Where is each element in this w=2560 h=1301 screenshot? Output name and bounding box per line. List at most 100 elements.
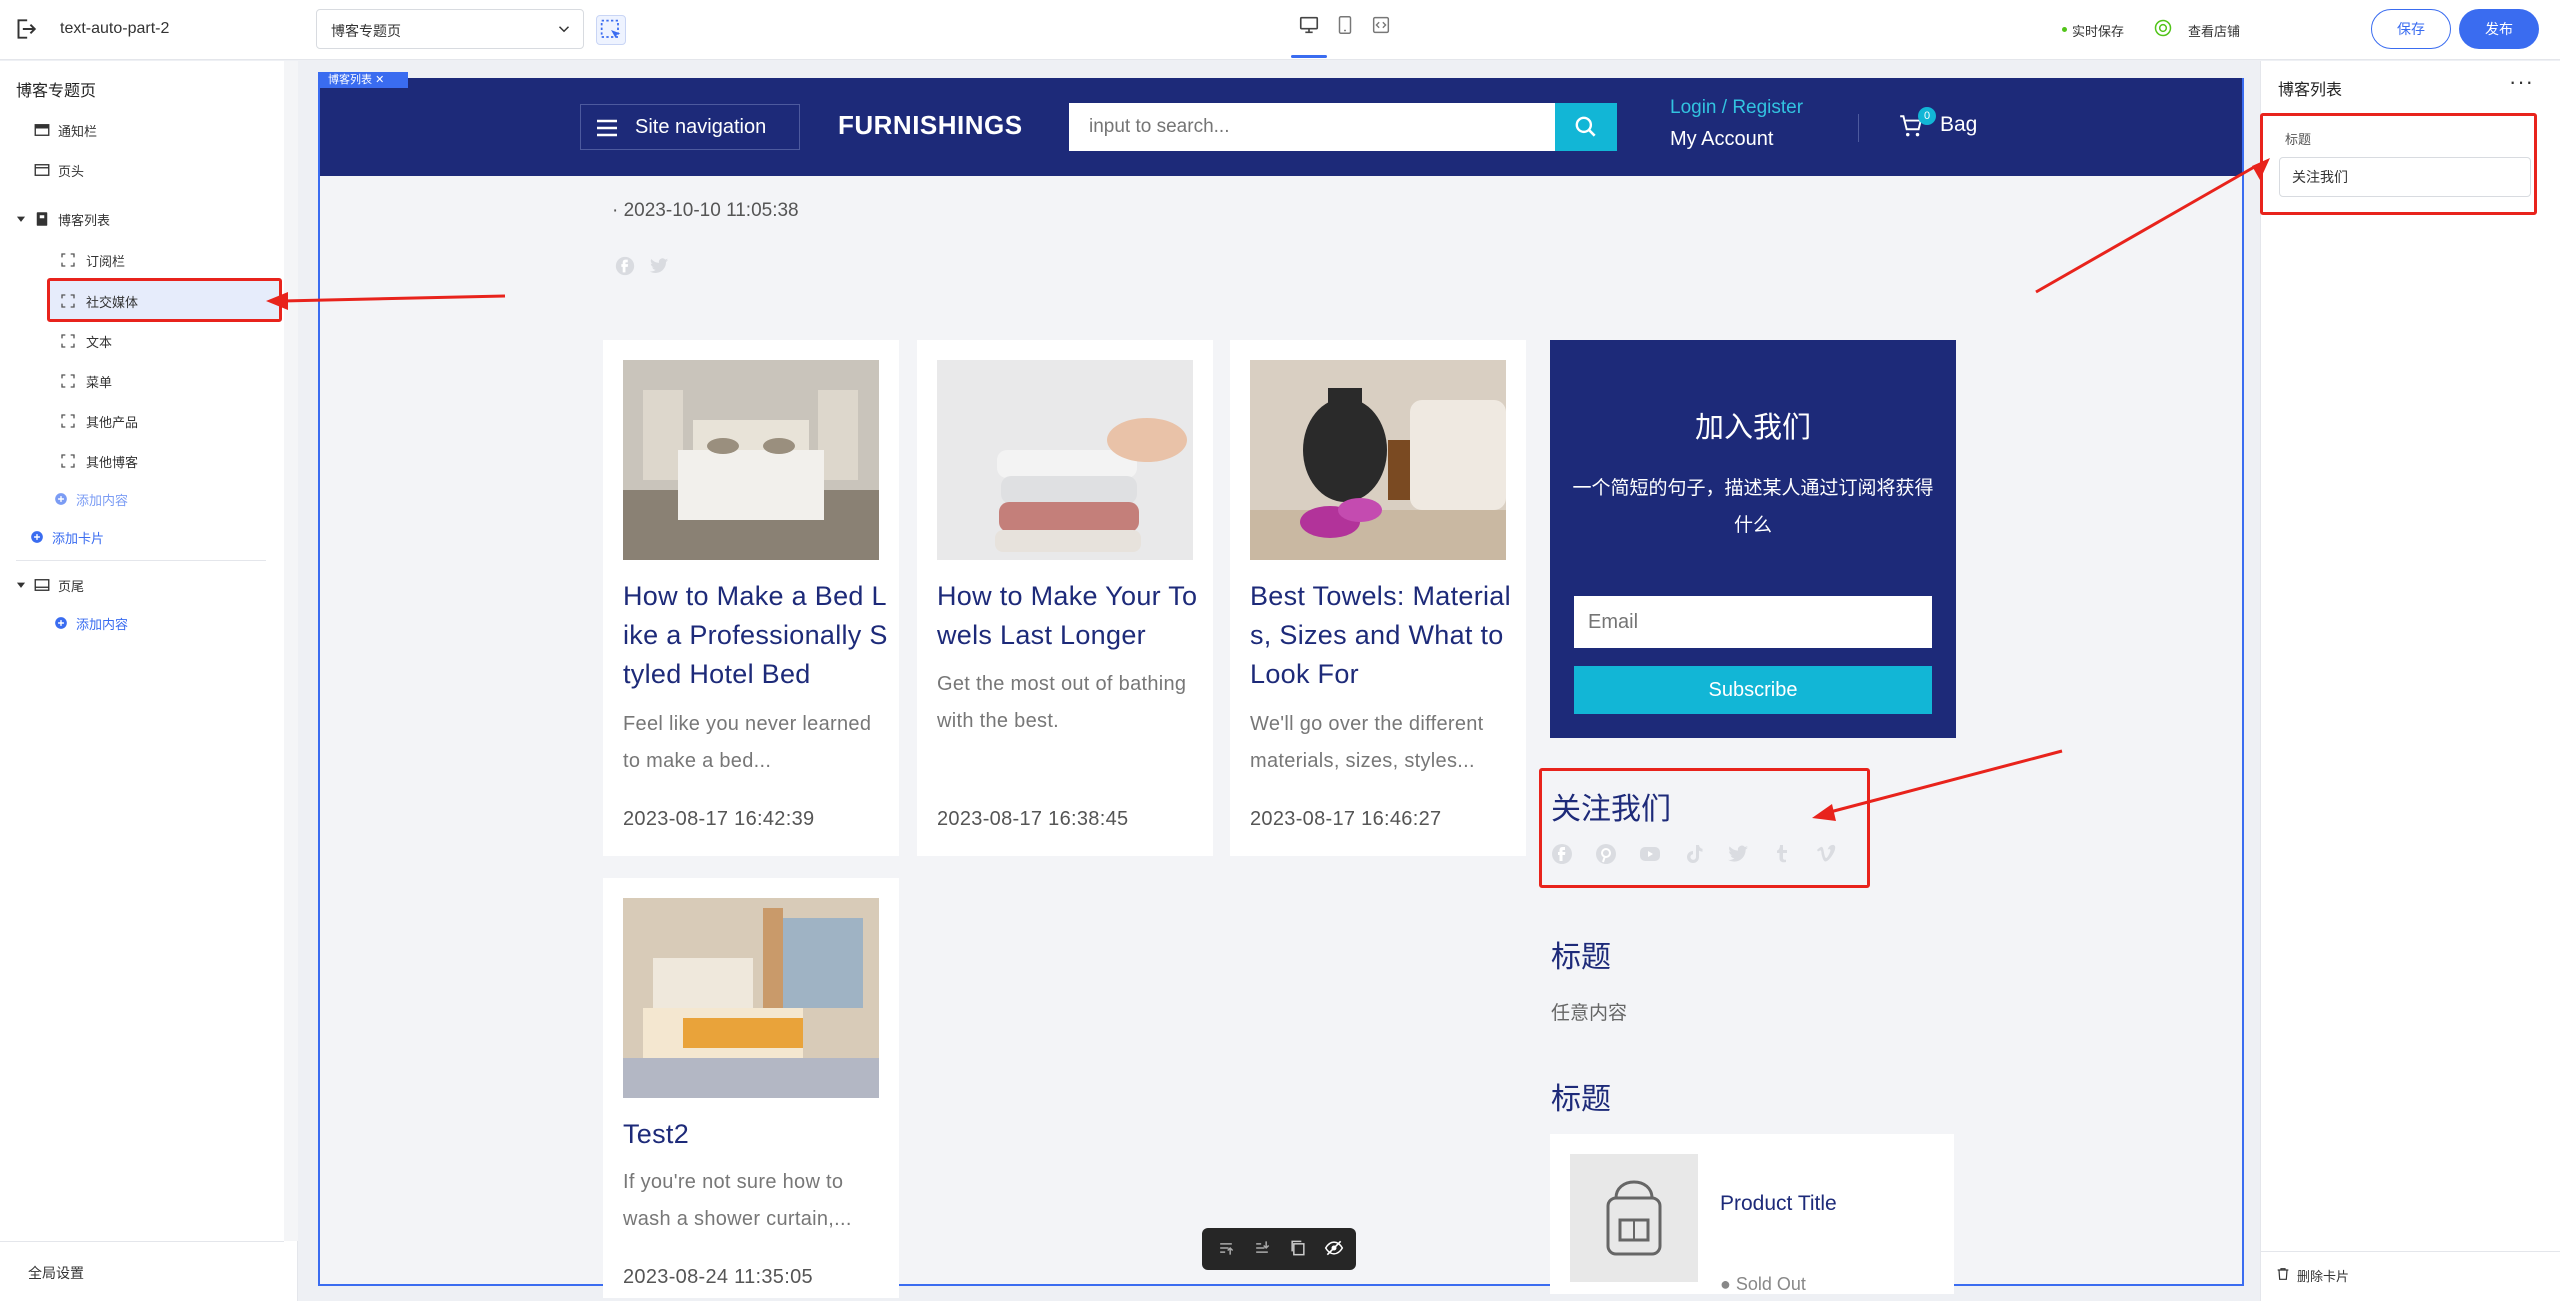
tree-item-blog-list[interactable]: 博客列表 bbox=[0, 199, 284, 239]
add-card-label: 添加卡片 bbox=[52, 530, 105, 546]
chevron-down-icon bbox=[558, 26, 570, 33]
blog-card-title[interactable]: How to Make Your Towels Last Longer bbox=[937, 577, 1207, 655]
view-store-link[interactable]: 查看店铺 bbox=[2188, 21, 2240, 40]
subscribe-button[interactable]: Subscribe bbox=[1574, 666, 1932, 714]
right-panel: 博客列表 ··· 标题 删除卡片 bbox=[2260, 61, 2560, 1301]
blog-card[interactable]: How to Make Your Towels Last Longer Get … bbox=[917, 340, 1213, 856]
add-content-label: 添加内容 bbox=[76, 492, 129, 508]
blog-card-date: 2023-08-17 16:42:39 bbox=[623, 808, 815, 830]
block-icon bbox=[61, 334, 75, 348]
caret-down-icon bbox=[16, 216, 26, 222]
product-image[interactable] bbox=[1570, 1154, 1698, 1282]
section-tag-label: 博客列表 bbox=[328, 74, 372, 86]
product-title[interactable]: Product Title bbox=[1720, 1192, 1837, 1216]
more-options-icon[interactable]: ··· bbox=[2509, 69, 2534, 95]
select-cursor-icon bbox=[600, 19, 621, 39]
tablet-view-icon[interactable] bbox=[1334, 13, 1356, 37]
email-field[interactable] bbox=[1574, 596, 1932, 648]
publish-button[interactable]: 发布 bbox=[2459, 9, 2539, 49]
tree-item-label: 页尾 bbox=[58, 578, 85, 594]
copy-icon[interactable] bbox=[1288, 1238, 1308, 1258]
add-content-button[interactable]: 添加内容 bbox=[0, 479, 284, 519]
subscribe-block: 加入我们 一个简短的句子，描述某人通过订阅将获得什么 Subscribe bbox=[1550, 340, 1956, 738]
autosave-dot bbox=[2062, 27, 2067, 32]
trash-icon[interactable] bbox=[2275, 1266, 2291, 1282]
tree-item-other-blogs[interactable]: 其他博客 bbox=[0, 441, 284, 481]
divider bbox=[1858, 114, 1859, 142]
select-tool-button[interactable] bbox=[596, 15, 626, 45]
site-navigation-label: Site navigation bbox=[635, 116, 767, 138]
store-icon[interactable] bbox=[2153, 18, 2173, 38]
tree-item-footer[interactable]: 页尾 bbox=[0, 565, 284, 605]
blog-card-image[interactable] bbox=[1250, 360, 1506, 560]
add-content-button[interactable]: 添加内容 bbox=[0, 603, 284, 643]
annotation-box bbox=[1539, 768, 1870, 888]
blog-card[interactable]: How to Make a Bed Like a Professionally … bbox=[603, 340, 899, 856]
exit-icon[interactable] bbox=[12, 16, 38, 42]
text-block-title: 标题 bbox=[1551, 940, 1611, 975]
site-navigation-button[interactable]: Site navigation bbox=[580, 104, 800, 150]
tree-item-label: 通知栏 bbox=[58, 123, 98, 139]
app-root: text-auto-part-2 博客专题页 实时保存 查看店铺 保存 发布 博… bbox=[0, 0, 2560, 1301]
left-panel: 博客专题页 通知栏 页头 博客列表 订阅栏 社交媒体 文本 菜单 其他产品 其他… bbox=[0, 61, 298, 1301]
left-scrollbar[interactable] bbox=[284, 61, 298, 1241]
desktop-view-icon[interactable] bbox=[1298, 13, 1320, 37]
plus-circle-icon bbox=[55, 617, 67, 629]
bag-link[interactable]: Bag bbox=[1940, 113, 1977, 137]
blog-card-title[interactable]: Best Towels: Materials, Sizes and What t… bbox=[1250, 577, 1520, 694]
close-icon[interactable]: ✕ bbox=[375, 74, 384, 86]
add-card-button[interactable]: 添加卡片 bbox=[0, 517, 284, 557]
my-account-link[interactable]: My Account bbox=[1670, 128, 1773, 151]
save-button[interactable]: 保存 bbox=[2371, 9, 2451, 49]
blog-card-excerpt: We'll go over the different materials, s… bbox=[1250, 713, 1484, 772]
search-input[interactable] bbox=[1069, 103, 1555, 151]
spa-photo bbox=[1250, 360, 1506, 560]
blog-card-image[interactable] bbox=[623, 360, 879, 560]
facebook-icon[interactable] bbox=[614, 255, 636, 277]
blog-card-excerpt: Get the most out of bathing with the bes… bbox=[937, 673, 1187, 732]
code-view-icon[interactable] bbox=[1370, 13, 1392, 37]
tree-item-subscribe[interactable]: 订阅栏 bbox=[0, 240, 284, 280]
login-register-link[interactable]: Login / Register bbox=[1670, 97, 1803, 119]
tree-item-label: 其他博客 bbox=[86, 454, 139, 470]
blog-card-title[interactable]: Test2 bbox=[623, 1115, 893, 1154]
blog-card-image[interactable] bbox=[937, 360, 1193, 560]
subscribe-title: 加入我们 bbox=[1694, 410, 1811, 444]
hide-icon[interactable] bbox=[1324, 1238, 1344, 1258]
tree-item-label: 博客列表 bbox=[58, 212, 111, 228]
page-select[interactable]: 博客专题页 bbox=[316, 9, 584, 49]
tree-item-menu[interactable]: 菜单 bbox=[0, 361, 284, 401]
delete-card-button[interactable]: 删除卡片 bbox=[2297, 1266, 2349, 1285]
section-tag[interactable]: 博客列表 ✕ bbox=[318, 72, 408, 88]
move-up-icon[interactable] bbox=[1216, 1238, 1236, 1258]
global-settings-link[interactable]: 全局设置 bbox=[28, 1263, 84, 1283]
blog-card-date: 2023-08-24 11:35:05 bbox=[623, 1266, 813, 1288]
menu-block-title: 标题 bbox=[1551, 1082, 1611, 1117]
annotation-box bbox=[47, 278, 282, 322]
right-panel-title: 博客列表 bbox=[2278, 82, 2343, 99]
move-down-icon[interactable] bbox=[1252, 1238, 1272, 1258]
project-name: text-auto-part-2 bbox=[60, 20, 170, 37]
header-icon bbox=[34, 164, 50, 176]
top-bar: text-auto-part-2 博客专题页 实时保存 查看店铺 保存 发布 bbox=[0, 0, 2560, 60]
tree-item-notice-bar[interactable]: 通知栏 bbox=[0, 110, 284, 150]
blog-card[interactable]: Best Towels: Materials, Sizes and What t… bbox=[1230, 340, 1526, 856]
tree-item-label: 菜单 bbox=[86, 374, 113, 390]
blog-card-excerpt: Feel like you never learned to make a be… bbox=[623, 713, 872, 772]
product-card[interactable]: Product Title ● Sold Out bbox=[1550, 1134, 1954, 1294]
twitter-icon[interactable] bbox=[648, 255, 670, 277]
blog-card-title[interactable]: How to Make a Bed Like a Professionally … bbox=[623, 577, 893, 694]
tree-item-text[interactable]: 文本 bbox=[0, 321, 284, 361]
blog-card[interactable]: Test2 If you're not sure how to wash a s… bbox=[603, 878, 899, 1298]
search-button[interactable] bbox=[1555, 103, 1617, 151]
tree-item-other-products[interactable]: 其他产品 bbox=[0, 401, 284, 441]
notice-bar-icon bbox=[34, 124, 50, 136]
blog-card-date: 2023-08-17 16:46:27 bbox=[1250, 808, 1442, 830]
autosave-label: 实时保存 bbox=[2072, 24, 2125, 39]
sold-out-label: ● Sold Out bbox=[1720, 1274, 1806, 1294]
sold-out-text: Sold Out bbox=[1735, 1274, 1806, 1294]
blog-card-image[interactable] bbox=[623, 898, 879, 1098]
store-brand[interactable]: FURNISHINGS bbox=[838, 110, 1023, 141]
block-icon bbox=[61, 374, 75, 388]
tree-item-header[interactable]: 页头 bbox=[0, 150, 284, 190]
